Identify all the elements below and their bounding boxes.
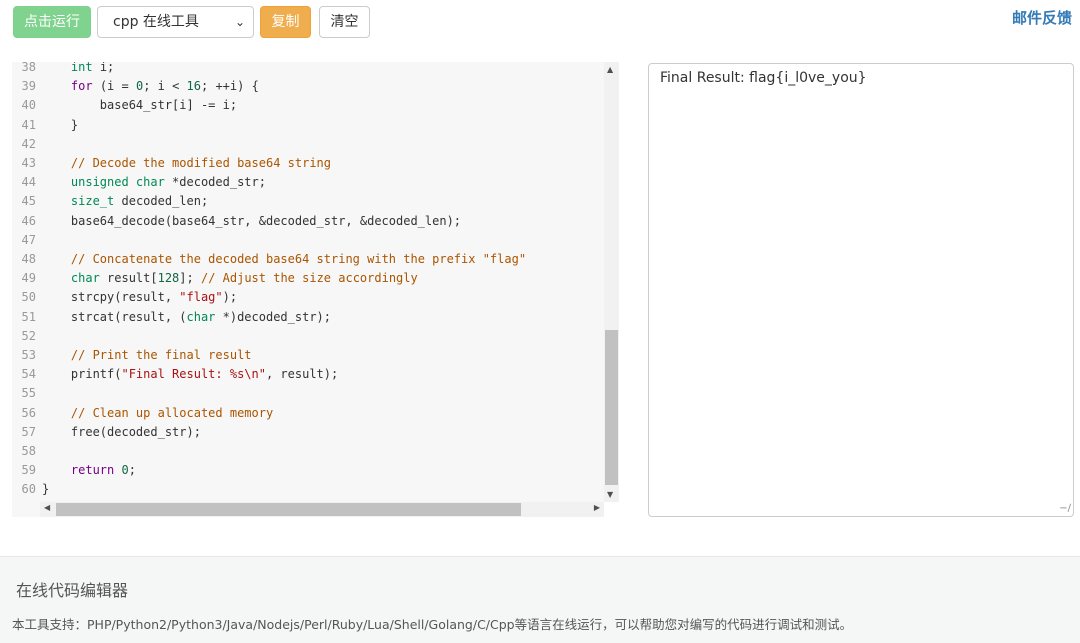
copy-button[interactable]: 复制 <box>260 6 311 38</box>
code-line: printf("Final Result: %s\n", result); <box>42 367 339 382</box>
code-line: free(decoded_str); <box>42 424 201 439</box>
code-line: size_t decoded_len; <box>70 194 209 209</box>
code-line: char result[128]; // Adjust the size acc… <box>70 271 418 286</box>
line-number: 56 <box>21 405 36 420</box>
footer-title: 在线代码编辑器 <box>16 581 129 600</box>
editor-vertical-scrollbar[interactable]: ▲ ▼ <box>604 62 619 502</box>
line-number: 50 <box>21 290 36 305</box>
line-number: 55 <box>21 386 36 401</box>
code-line: return 0; <box>70 463 136 478</box>
language-select-value: cpp 在线工具 <box>113 14 199 30</box>
feedback-link[interactable]: 邮件反馈 <box>1012 7 1072 28</box>
editor-horizontal-scrollbar[interactable]: ◀ ▶ <box>40 502 604 517</box>
code-line: // Clean up allocated memory <box>70 405 274 420</box>
output-text: Final Result: flag{i_l0ve_you} <box>660 70 867 86</box>
line-number: 57 <box>21 424 36 439</box>
code-line: strcat(result, (char *)decoded_str); <box>42 309 331 324</box>
clear-button[interactable]: 清空 <box>319 6 370 38</box>
line-number: 48 <box>21 252 36 266</box>
code-line: strcpy(result, "flag"); <box>42 290 238 305</box>
line-number: 51 <box>21 309 36 324</box>
output-panel[interactable]: Final Result: flag{i_l0ve_you} −∕ <box>648 63 1074 517</box>
line-number: 43 <box>21 156 36 170</box>
line-number: 45 <box>21 194 36 209</box>
resize-handle-icon[interactable]: −∕ <box>1059 503 1071 514</box>
code-line: // Concatenate the decoded base64 string… <box>70 252 527 266</box>
scrollbar-thumb[interactable] <box>605 330 618 485</box>
line-number: 38 <box>21 62 36 74</box>
scroll-up-arrow-icon[interactable]: ▲ <box>607 65 613 74</box>
line-number: 54 <box>21 367 36 382</box>
scroll-down-arrow-icon[interactable]: ▼ <box>607 490 613 499</box>
chevron-down-icon: ⌄ <box>234 15 245 29</box>
code-line: } <box>42 482 50 497</box>
line-number: 44 <box>21 175 36 190</box>
code-line: // Decode the modified base64 string <box>70 156 331 170</box>
toolbar: 点击运行 cpp 在线工具 ⌄ 复制 清空 邮件反馈 <box>0 0 1080 45</box>
code-editor[interactable]: 38 39 40 41 42 43 44 45 46 47 48 49 50 5… <box>12 62 604 517</box>
code-line: for (i = 0; i < 16; ++i) { <box>70 79 259 94</box>
line-number: 46 <box>21 213 36 228</box>
run-button[interactable]: 点击运行 <box>13 6 91 38</box>
code-line: // Print the final result <box>70 348 252 362</box>
language-select[interactable]: cpp 在线工具 ⌄ <box>97 6 254 38</box>
line-number: 40 <box>21 98 36 113</box>
line-number: 47 <box>21 232 36 247</box>
scroll-left-arrow-icon[interactable]: ◀ <box>44 503 50 512</box>
line-number: 58 <box>21 444 36 458</box>
line-number: 53 <box>21 348 36 362</box>
line-number: 42 <box>21 136 36 151</box>
footer: 在线代码编辑器 本工具支持：PHP/Python2/Python3/Java/N… <box>0 556 1080 643</box>
line-number: 39 <box>21 79 36 94</box>
scroll-right-arrow-icon[interactable]: ▶ <box>594 503 600 512</box>
footer-description: 本工具支持：PHP/Python2/Python3/Java/Nodejs/Pe… <box>12 617 853 632</box>
code-line: int i; <box>70 62 115 74</box>
scrollbar-thumb[interactable] <box>56 503 521 516</box>
line-number: 59 <box>21 463 36 478</box>
line-number-gutter: 38 39 40 41 42 43 44 45 46 47 48 49 50 5… <box>12 62 38 502</box>
code-line: base64_str[i] -= i; <box>42 98 238 113</box>
code-line: unsigned char *decoded_str; <box>70 175 266 190</box>
line-number: 49 <box>21 271 36 286</box>
line-number: 52 <box>21 328 36 343</box>
code-line: base64_decode(base64_str, &decoded_str, … <box>42 213 462 228</box>
line-number: 41 <box>21 117 36 132</box>
code-text-area[interactable]: int i; for (i = 0; i < 16; ++i) { base64… <box>38 62 604 502</box>
code-line: } <box>42 117 79 132</box>
line-number: 60 <box>21 482 36 497</box>
